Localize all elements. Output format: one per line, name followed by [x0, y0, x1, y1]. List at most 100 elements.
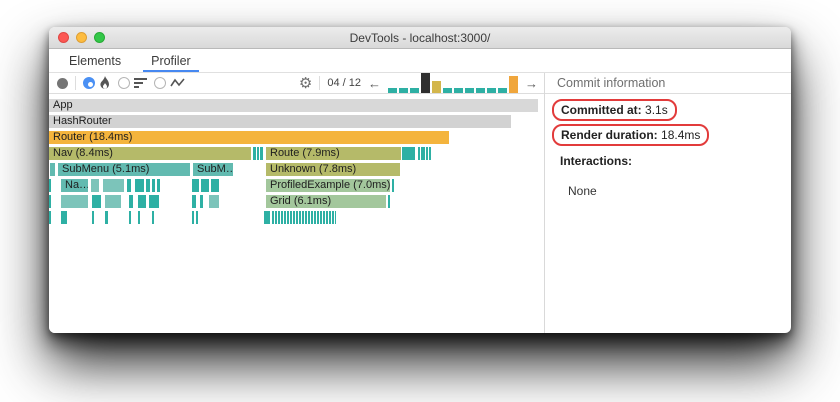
flame-bar-small[interactable]: [129, 195, 133, 208]
flame-bar-small[interactable]: [49, 211, 51, 224]
commit-bar[interactable]: [498, 88, 507, 93]
flame-bar[interactable]: Route (7.9ms): [266, 147, 401, 160]
commit-bar[interactable]: [399, 88, 408, 93]
flame-bar-small[interactable]: [91, 179, 99, 192]
flame-bar-small[interactable]: [129, 211, 131, 224]
flame-bar[interactable]: SubM…: [193, 163, 233, 176]
flame-bar-small[interactable]: [392, 179, 394, 192]
traffic-lights: [58, 27, 105, 48]
commit-bar[interactable]: [410, 88, 419, 93]
commit-bar[interactable]: [454, 88, 463, 93]
record-button[interactable]: [57, 77, 68, 89]
flame-bar-small[interactable]: [421, 147, 425, 160]
flame-bar-label: App: [53, 99, 73, 111]
flame-bar-small[interactable]: [272, 211, 336, 224]
flame-bar-small[interactable]: [260, 147, 263, 160]
interactions-label: Interactions:: [560, 154, 633, 168]
devtools-window: DevTools - localhost:3000/ Elements Prof…: [49, 27, 791, 333]
flame-bar-small[interactable]: [192, 195, 196, 208]
flame-bar-small[interactable]: [192, 179, 199, 192]
flame-bar-label: ProfiledExample (7.0ms): [270, 179, 390, 191]
flame-bar-small[interactable]: [201, 179, 209, 192]
flame-bar-small[interactable]: [426, 147, 428, 160]
commit-bar[interactable]: [388, 88, 397, 93]
settings-gear-icon[interactable]: ⚙: [299, 76, 312, 91]
flame-bar-small[interactable]: [61, 195, 88, 208]
zoom-button[interactable]: [94, 32, 105, 43]
flame-bar[interactable]: Unknown (7.8ms): [266, 163, 400, 176]
toolbar-divider: [75, 76, 76, 90]
flame-bar[interactable]: App: [49, 99, 538, 112]
previous-commit-arrow[interactable]: ←: [368, 77, 381, 90]
flame-bar-small[interactable]: [429, 147, 431, 160]
tab-elements[interactable]: Elements: [61, 49, 129, 72]
flame-bar-small[interactable]: [253, 147, 256, 160]
interactions-view-toggle[interactable]: [154, 77, 185, 89]
flame-bar-small[interactable]: [50, 163, 55, 176]
flame-bar-label: Unknown (7.8ms): [270, 163, 357, 175]
flame-bar-small[interactable]: [138, 195, 146, 208]
ranked-chart-icon: [134, 78, 147, 88]
flame-bar[interactable]: SubMenu (5.1ms): [58, 163, 190, 176]
flame-bar-small[interactable]: [211, 179, 219, 192]
window-title: DevTools - localhost:3000/: [349, 30, 491, 45]
flame-bar-small[interactable]: [92, 195, 101, 208]
flame-bar-small[interactable]: [192, 211, 194, 224]
tab-profiler[interactable]: Profiler: [143, 49, 199, 72]
flame-bar-small[interactable]: [92, 211, 94, 224]
flame-bar-small[interactable]: [149, 195, 159, 208]
flame-bar[interactable]: Router (18.4ms): [49, 131, 449, 144]
flame-bar-small[interactable]: [103, 179, 124, 192]
flame-bar-small[interactable]: [264, 211, 270, 224]
commit-bar[interactable]: [476, 88, 485, 93]
flame-bar-label: Route (7.9ms): [270, 147, 340, 159]
flame-bar-small[interactable]: [127, 179, 131, 192]
render-duration-value: 18.4ms: [661, 128, 701, 142]
commit-bar[interactable]: [432, 81, 441, 93]
flame-bar-small[interactable]: [105, 211, 108, 224]
ranked-view-toggle[interactable]: [118, 77, 147, 89]
flame-bar-small[interactable]: [157, 179, 160, 192]
flame-bar[interactable]: ProfiledExample (7.0ms): [266, 179, 390, 192]
close-button[interactable]: [58, 32, 69, 43]
flame-bar-small[interactable]: [418, 147, 420, 160]
interactions-radio[interactable]: [154, 77, 166, 89]
flame-bar[interactable]: Nav (8.4ms): [49, 147, 251, 160]
flame-bar-small[interactable]: [105, 195, 121, 208]
flame-bar-small[interactable]: [49, 179, 51, 192]
flame-bar-small[interactable]: [209, 195, 219, 208]
flame-bar-small[interactable]: [146, 179, 150, 192]
flame-bar-small[interactable]: [402, 147, 415, 160]
flamegraph-view-toggle[interactable]: [83, 76, 111, 90]
profiler-pane: ⚙ 04 / 12 ← → App HashRouter Router (18.4m…: [49, 73, 545, 333]
flame-bar[interactable]: Na…: [61, 179, 88, 192]
flame-bar-label: Router (18.4ms): [53, 131, 133, 143]
flame-bar-label: Nav (8.4ms): [53, 147, 113, 159]
toolbar-divider: [319, 76, 321, 90]
commit-bar[interactable]: [443, 88, 452, 93]
title-bar[interactable]: DevTools - localhost:3000/: [49, 27, 791, 49]
minimize-button[interactable]: [76, 32, 87, 43]
flame-bar[interactable]: Grid (6.1ms): [266, 195, 386, 208]
interactions-chart-icon: [170, 78, 185, 87]
flame-bar-small[interactable]: [152, 211, 154, 224]
next-commit-arrow[interactable]: →: [525, 77, 538, 90]
commit-selector[interactable]: [388, 73, 518, 93]
flamegraph-radio[interactable]: [83, 77, 95, 89]
commit-info-header: Commit information: [545, 73, 791, 94]
commit-bar[interactable]: [487, 88, 496, 93]
flame-bar-small[interactable]: [135, 179, 144, 192]
flame-bar-small[interactable]: [61, 211, 67, 224]
flame-bar[interactable]: HashRouter: [49, 115, 511, 128]
flame-bar-small[interactable]: [152, 179, 155, 192]
flame-bar-small[interactable]: [196, 211, 198, 224]
commit-bar[interactable]: [421, 73, 430, 93]
flame-bar-small[interactable]: [388, 195, 390, 208]
flame-bar-small[interactable]: [138, 211, 140, 224]
flame-bar-small[interactable]: [257, 147, 259, 160]
flame-bar-small[interactable]: [200, 195, 203, 208]
commit-bar[interactable]: [465, 88, 474, 93]
flame-bar-small[interactable]: [49, 195, 51, 208]
ranked-radio[interactable]: [118, 77, 130, 89]
commit-bar[interactable]: [509, 76, 518, 93]
